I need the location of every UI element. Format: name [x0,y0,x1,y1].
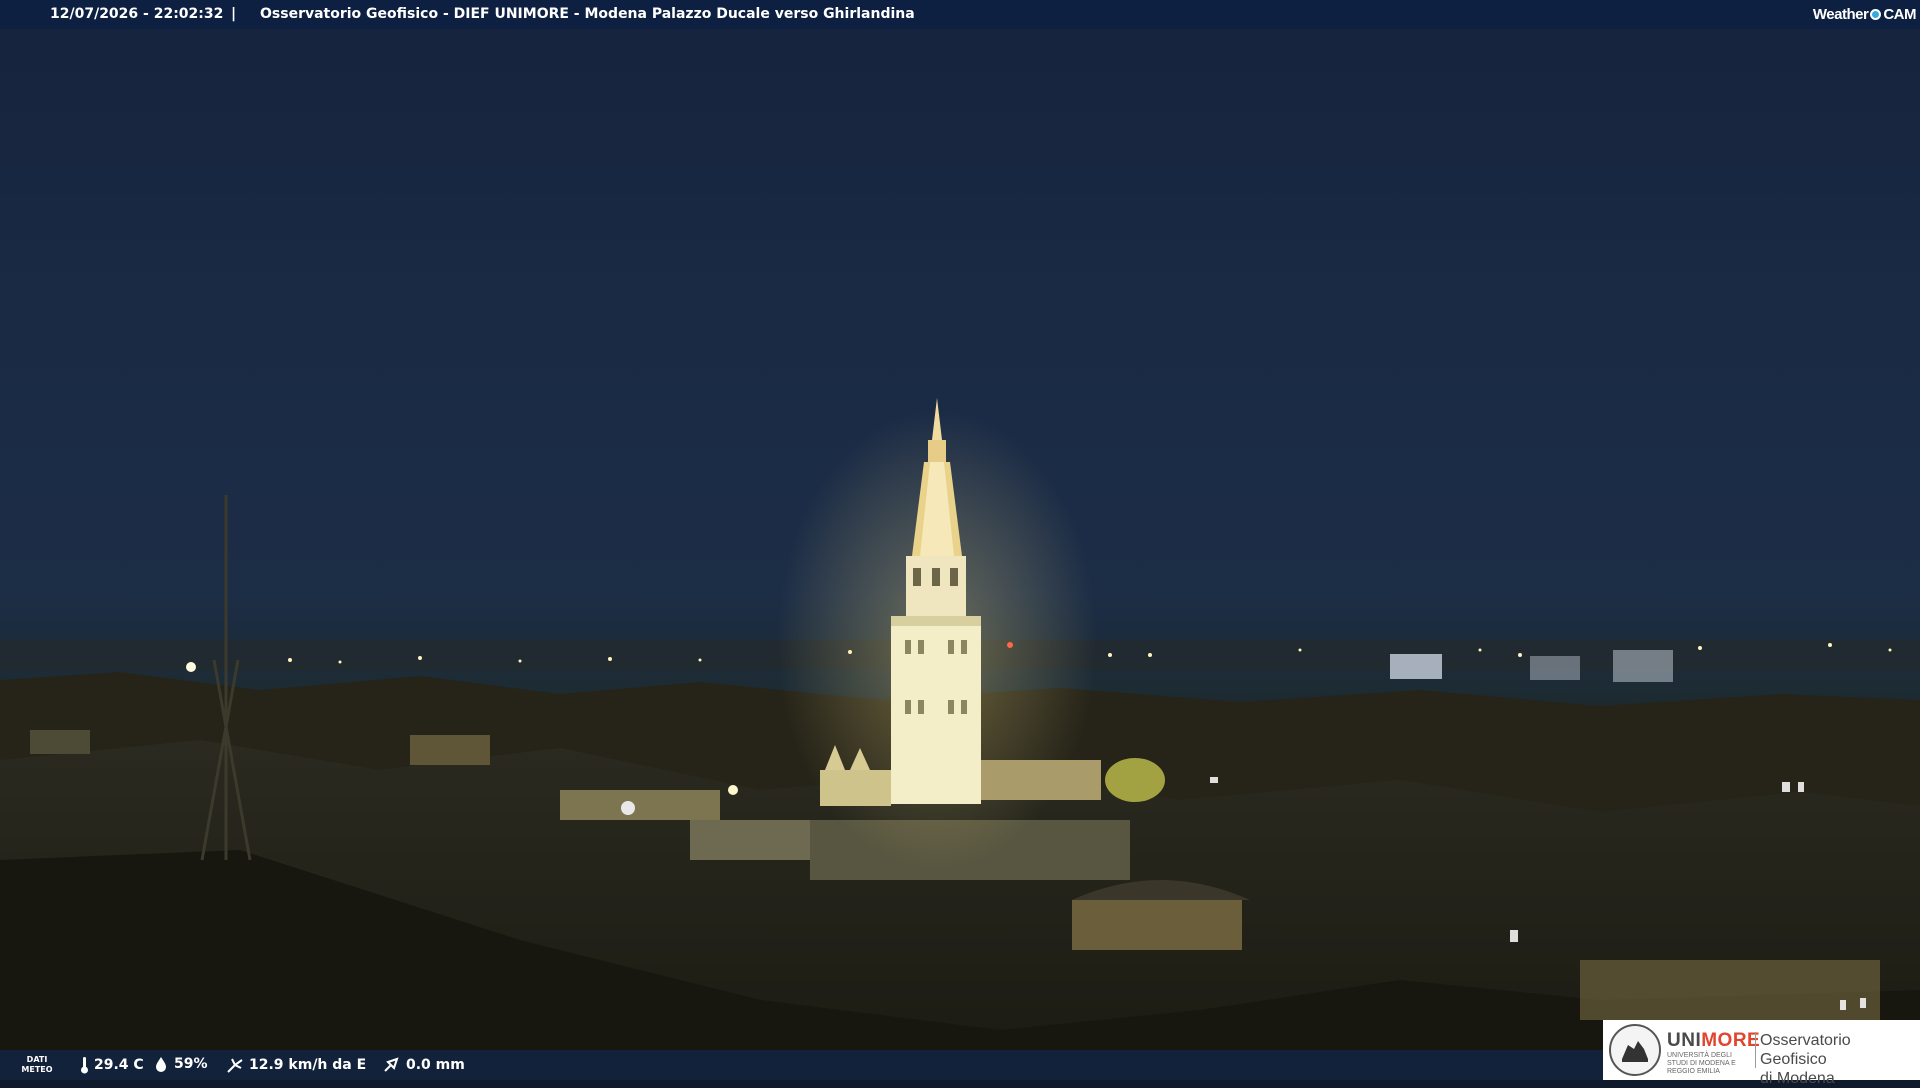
rain-gauge-icon [384,1057,399,1072]
observatory-name: Osservatorio Geofisico di Modena [1760,1031,1920,1088]
humidity-drop-icon [156,1057,166,1072]
university-seal-icon [1609,1024,1661,1076]
unimore-logo-panel: UNIMORE UNIVERSITÀ DEGLI STUDI DI MODENA… [1603,1020,1920,1087]
brand-dot-icon [1870,8,1882,20]
weather-data-label: DATI METEO [20,1055,54,1075]
weather-data-label-line2: METEO [21,1065,53,1074]
temperature-value: 29.4 C [94,1057,144,1073]
temperature-reading: 29.4 C [80,1056,144,1074]
header-separator: | [231,6,237,22]
unimore-uni: UNI [1667,1030,1702,1051]
unimore-subtitle: UNIVERSITÀ DEGLI STUDI DI MODENA E REGGI… [1667,1052,1736,1075]
weathercam-logo: Weather CAM [1812,3,1917,25]
thermometer-icon [81,1057,88,1074]
webcam-image [0,0,1920,1080]
wind-value: 12.9 km/h da E [249,1057,367,1073]
lit-tree [1105,758,1165,802]
seal-emblem-icon [1622,1041,1648,1062]
logo-divider [1755,1032,1756,1068]
city-night-scene [0,398,1920,1080]
observatory-line1: Osservatorio Geofisico [1760,1032,1851,1068]
rain-reading: 0.0 mm [383,1056,465,1074]
weather-data-bar: DATI METEO 29.4 C 59% 12.9 km/h da E 0.0… [0,1050,1603,1080]
camera-title: Osservatorio Geofisico - DIEF UNIMORE - … [260,6,915,22]
humidity-reading: 59% [153,1056,208,1072]
timestamp: 12/07/2026 - 22:02:32 [50,6,224,22]
unimore-wordmark: UNIMORE [1667,1030,1760,1052]
rain-value: 0.0 mm [406,1057,465,1073]
camera-header-bar: 12/07/2026 - 22:02:32 | Osservatorio Geo… [0,0,1920,29]
humidity-value: 59% [174,1056,208,1072]
brand-cam-text: CAM [1883,5,1916,23]
unimore-more: MORE [1701,1030,1761,1051]
weather-data-label-line1: DATI [26,1055,48,1064]
wind-reading: 12.9 km/h da E [226,1056,366,1074]
wind-icon [227,1058,243,1073]
brand-weather-text: Weather [1812,5,1869,23]
observatory-line2: di Modena [1760,1070,1835,1087]
